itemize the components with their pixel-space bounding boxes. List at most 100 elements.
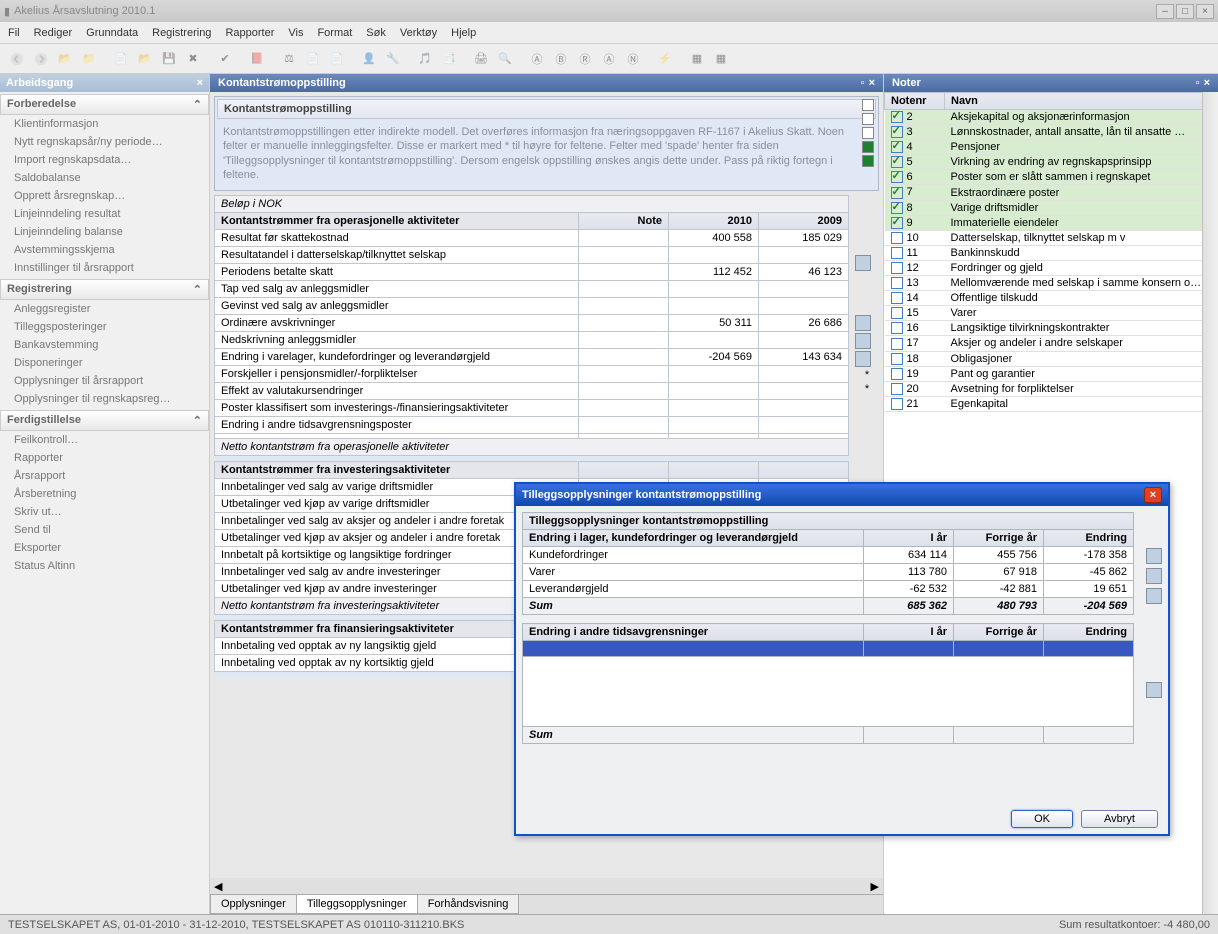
menu-format[interactable]: Format: [317, 27, 352, 39]
noter-checkbox[interactable]: [891, 141, 903, 153]
sidebar-section-ferdigstillelse[interactable]: Ferdigstillelse⌃: [0, 410, 209, 431]
noter-checkbox[interactable]: [891, 171, 903, 183]
hscroll-left-icon[interactable]: ◀: [210, 880, 226, 893]
noter-row[interactable]: 9Immaterielle eiendeler: [885, 215, 1218, 230]
noter-row[interactable]: 4Pensjoner: [885, 140, 1218, 155]
row-2009[interactable]: [759, 298, 849, 315]
hscroll-right-icon[interactable]: ▶: [867, 880, 883, 893]
dlg-row-b[interactable]: 67 918: [954, 564, 1044, 581]
row-label[interactable]: Gevinst ved salg av anleggsmidler: [215, 298, 579, 315]
noter-row[interactable]: 2Aksjekapital og aksjonærinformasjon: [885, 110, 1218, 125]
dialog-selected-row[interactable]: [523, 641, 1134, 657]
book-icon[interactable]: 📕: [246, 48, 268, 70]
noter-checkbox[interactable]: [891, 232, 903, 244]
music-icon[interactable]: 🎵: [414, 48, 436, 70]
row-2010[interactable]: [669, 366, 759, 383]
sidebar-item[interactable]: Årsrapport: [0, 467, 209, 485]
new-icon[interactable]: 📄: [110, 48, 132, 70]
row-2010[interactable]: [669, 417, 759, 434]
sidebar-item[interactable]: Linjeinndeling resultat: [0, 205, 209, 223]
noter-row[interactable]: 7Ekstraordinære poster: [885, 185, 1218, 200]
doc-a-icon[interactable]: 📄: [302, 48, 324, 70]
tab-forhåndsvisning[interactable]: Forhåndsvisning: [417, 895, 520, 914]
sidebar-item[interactable]: Skriv ut…: [0, 503, 209, 521]
noter-header-nr[interactable]: Notenr: [885, 93, 945, 110]
sidebar-item[interactable]: Disponeringer: [0, 354, 209, 372]
side-tool-icon[interactable]: [855, 333, 871, 349]
row-2009[interactable]: 26 686: [759, 315, 849, 332]
row-2010[interactable]: [669, 383, 759, 400]
row-label[interactable]: Tap ved salg av anleggsmidler: [215, 281, 579, 298]
sidebar-item[interactable]: Avstemmingsskjema: [0, 241, 209, 259]
row-note[interactable]: [579, 230, 669, 247]
dialog-row-tool-icon[interactable]: [1146, 682, 1162, 698]
menu-søk[interactable]: Søk: [366, 27, 386, 39]
grid-a-icon[interactable]: ▦: [686, 48, 708, 70]
close-button[interactable]: ×: [1196, 4, 1214, 19]
menu-hjelp[interactable]: Hjelp: [451, 27, 476, 39]
dialog-row-tool-icon[interactable]: [1146, 588, 1162, 604]
noter-checkbox[interactable]: [891, 277, 903, 289]
desc-checkbox-5[interactable]: [862, 155, 874, 167]
row-2010[interactable]: 112 452: [669, 264, 759, 281]
row-2010[interactable]: [669, 332, 759, 349]
row-label[interactable]: Endring i varelager, kundefordringer og …: [215, 349, 579, 366]
doc-b-icon[interactable]: 📄: [326, 48, 348, 70]
letter-r-icon[interactable]: Ⓡ: [574, 48, 596, 70]
sidebar-item[interactable]: Opplysninger til regnskapsreg…: [0, 390, 209, 408]
noter-checkbox[interactable]: [891, 202, 903, 214]
noter-checkbox[interactable]: [891, 398, 903, 410]
balance-icon[interactable]: ⚖: [278, 48, 300, 70]
row-2010[interactable]: [669, 247, 759, 264]
row-2010[interactable]: 50 311: [669, 315, 759, 332]
row-2009[interactable]: [759, 400, 849, 417]
delete-icon[interactable]: ✖: [182, 48, 204, 70]
dlg-row-a[interactable]: 634 114: [864, 547, 954, 564]
row-2009[interactable]: 185 029: [759, 230, 849, 247]
dialog-close-icon[interactable]: ×: [1144, 487, 1162, 503]
row-label[interactable]: Endring i andre tidsavgrensningsposter: [215, 417, 579, 434]
sidebar-item[interactable]: Innstillinger til årsrapport: [0, 259, 209, 277]
cancel-button[interactable]: Avbryt: [1081, 810, 1158, 828]
sidebar-item[interactable]: Nytt regnskapsår/ny periode…: [0, 133, 209, 151]
row-label[interactable]: Resultat før skattekostnad: [215, 230, 579, 247]
menu-rapporter[interactable]: Rapporter: [225, 27, 274, 39]
row-2010[interactable]: [669, 298, 759, 315]
sidebar-item[interactable]: Eksporter: [0, 539, 209, 557]
row-2009[interactable]: [759, 383, 849, 400]
sidebar-item[interactable]: Import regnskapsdata…: [0, 151, 209, 169]
sidebar-item[interactable]: Klientinformasjon: [0, 115, 209, 133]
noter-row[interactable]: 19Pant og garantier: [885, 366, 1218, 381]
menu-verktøy[interactable]: Verktøy: [400, 27, 437, 39]
noter-row[interactable]: 10Datterselskap, tilknyttet selskap m v: [885, 230, 1218, 245]
sidebar-close-icon[interactable]: ×: [197, 77, 203, 89]
sidebar-item[interactable]: Opplysninger til årsrapport: [0, 372, 209, 390]
letter-a2-icon[interactable]: Ⓐ: [598, 48, 620, 70]
menu-grunndata[interactable]: Grunndata: [86, 27, 138, 39]
row-note[interactable]: [579, 298, 669, 315]
sidebar-item[interactable]: Anleggsregister: [0, 300, 209, 318]
noter-checkbox[interactable]: [891, 322, 903, 334]
noter-row[interactable]: 17Aksjer og andeler i andre selskaper: [885, 336, 1218, 351]
minimize-button[interactable]: –: [1156, 4, 1174, 19]
row-2009[interactable]: [759, 332, 849, 349]
desc-checkbox-3[interactable]: [862, 127, 874, 139]
dlg-row-a[interactable]: -62 532: [864, 581, 954, 598]
row-label[interactable]: Effekt av valutakursendringer: [215, 383, 579, 400]
sidebar-item[interactable]: Tilleggsposteringer: [0, 318, 209, 336]
menu-registrering[interactable]: Registrering: [152, 27, 211, 39]
row-2010[interactable]: 400 558: [669, 230, 759, 247]
row-note[interactable]: [579, 400, 669, 417]
noter-row[interactable]: 14Offentlige tilskudd: [885, 291, 1218, 306]
noter-row[interactable]: 15Varer: [885, 306, 1218, 321]
row-label[interactable]: Nedskrivning anleggsmidler: [215, 332, 579, 349]
dlg-row-b[interactable]: 455 756: [954, 547, 1044, 564]
row-label[interactable]: Poster klassifisert som investerings-/fi…: [215, 400, 579, 417]
noter-row[interactable]: 3Lønnskostnader, antall ansatte, lån til…: [885, 125, 1218, 140]
dlg-row-a[interactable]: 113 780: [864, 564, 954, 581]
noter-checkbox[interactable]: [891, 368, 903, 380]
noter-row[interactable]: 16Langsiktige tilvirkningskontrakter: [885, 321, 1218, 336]
menu-fil[interactable]: Fil: [8, 27, 20, 39]
dialog-empty-area[interactable]: [523, 657, 1134, 727]
row-2009[interactable]: [759, 281, 849, 298]
